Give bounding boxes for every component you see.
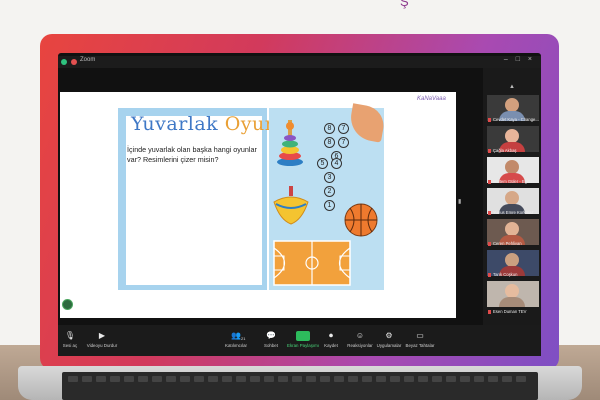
participants-label: Katılımcılar: [225, 343, 247, 348]
participant-name: Ceren Pehlivan: [488, 240, 540, 247]
hopscotch-number: 2: [324, 186, 335, 197]
stop-video-button[interactable]: ▶ Videoyu Durdur: [82, 330, 122, 354]
hopscotch-number: 5: [317, 158, 328, 169]
hopscotch-number: 1: [324, 200, 335, 211]
participant-face: [505, 253, 519, 267]
participant-video-tile[interactable]: [487, 281, 539, 307]
participant-body: [499, 297, 525, 307]
spinning-top-illustration: [273, 186, 309, 225]
participant-name: Esen Duman TEV: [488, 308, 540, 315]
muted-mic-icon: [488, 272, 491, 277]
page-border: [118, 108, 126, 290]
participant-name: Yunus Emre Korkmaz: [488, 209, 540, 216]
security-shield-icon[interactable]: [61, 59, 67, 65]
recording-indicator-icon: [71, 59, 77, 65]
participant-name: Çağla Akbaş: [488, 147, 540, 154]
brand-mark: Ş: [400, 0, 411, 9]
collapse-panel-icon[interactable]: ▮: [458, 198, 461, 205]
hopscotch-number: 4: [331, 158, 342, 169]
whiteboard-icon: ▭: [416, 331, 424, 340]
page-border: [262, 108, 267, 290]
participant-name: Cevdet Kaya - Change...: [488, 116, 540, 123]
participant-face: [505, 284, 519, 298]
muted-mic-icon: [488, 148, 491, 153]
participant-face: [505, 160, 519, 174]
whiteboards-label: Beyaz Tahtalar: [405, 343, 435, 348]
basketball-court-illustration: [273, 240, 351, 286]
participant-face: [505, 98, 519, 112]
slide-title-word-1: Yuvarlak: [131, 113, 225, 135]
basketball-illustration: [344, 203, 378, 237]
window-title: Zoom: [80, 57, 96, 63]
participant-count-badge: 21: [241, 336, 246, 341]
participant-face: [505, 191, 519, 205]
participants-icon: 👥: [231, 331, 241, 340]
keyboard: [62, 372, 538, 400]
hopscotch-number: 8: [324, 123, 335, 134]
hopscotch-number: 3: [324, 172, 335, 183]
muted-mic-icon: [488, 241, 491, 246]
annotation-tool-icon[interactable]: [62, 299, 73, 310]
window-titlebar: Zoom – □ ×: [58, 56, 541, 68]
participant-name: Tarık Coşkun: [488, 271, 540, 278]
participants-button[interactable]: 👥 Katılımcılar: [216, 330, 256, 354]
gallery-up-arrow-icon[interactable]: ▲: [509, 84, 515, 90]
stop-video-label: Videoyu Durdur: [86, 343, 118, 348]
participant-face: [505, 222, 519, 236]
hopscotch-number: 7: [338, 137, 349, 148]
slide-question: İçinde yuvarlak olan başka hangi oyunlar…: [127, 145, 257, 164]
muted-mic-icon: [488, 309, 491, 314]
participant-name: Meltem Güler - Eğitim: [488, 178, 540, 185]
participant-face: [505, 129, 519, 143]
window-controls[interactable]: – □ ×: [504, 56, 535, 63]
share-screen-icon: [296, 331, 310, 341]
muted-mic-icon: [488, 179, 491, 184]
worksheet-left-page: [118, 108, 267, 290]
hopscotch-number: 7: [338, 123, 349, 134]
muted-mic-icon: [488, 117, 491, 122]
page-border: [118, 285, 267, 290]
whiteboards-button[interactable]: ▭ Beyaz Tahtalar: [400, 330, 440, 354]
slide-logo: KaNaVaaa: [417, 96, 446, 102]
stacking-rings-toy-illustration: [277, 120, 303, 166]
hopscotch-number: 8: [324, 137, 335, 148]
muted-mic-icon: [488, 210, 491, 215]
video-camera-icon: ▶: [98, 331, 106, 340]
